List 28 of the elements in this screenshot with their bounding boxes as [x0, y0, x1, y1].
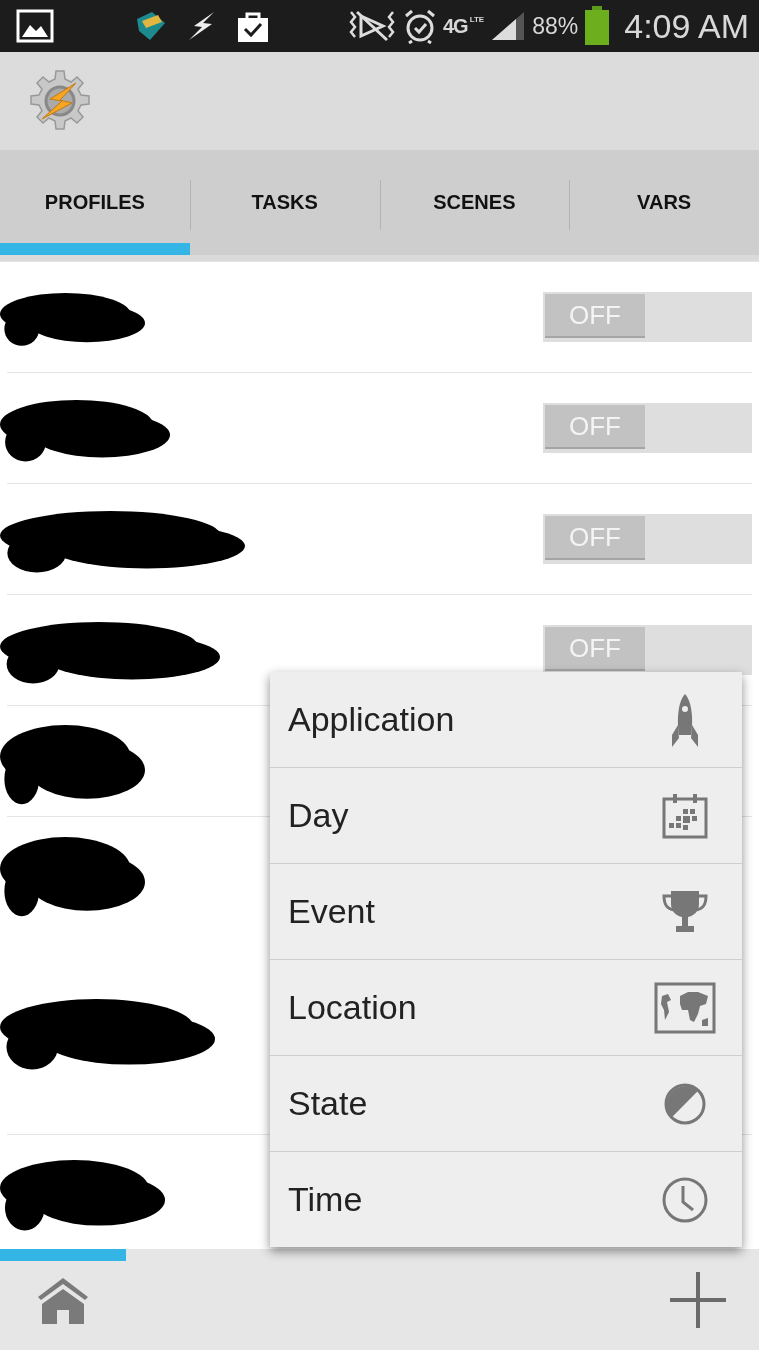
- menu-item[interactable]: Location: [270, 960, 742, 1056]
- alarm-icon: [403, 8, 437, 44]
- menu-item[interactable]: Time: [270, 1152, 742, 1247]
- network-sub: LTE: [469, 16, 485, 24]
- tab[interactable]: TASKS: [189, 150, 380, 255]
- menu-item[interactable]: Event: [270, 864, 742, 960]
- clock-icon: [661, 1175, 709, 1224]
- menu-item[interactable]: Day: [270, 768, 742, 864]
- gallery-icon: [16, 9, 54, 43]
- clock-time: 4:09 AM: [624, 6, 749, 46]
- contrast-icon: [663, 1081, 707, 1126]
- signal-icon: [490, 10, 527, 42]
- vibrate-mute-icon: [347, 8, 397, 44]
- network-type: 4G: [443, 16, 468, 36]
- battery-icon: [584, 6, 611, 46]
- gear-lightning-logo[interactable]: [28, 69, 92, 133]
- battery-percent: 88%: [532, 12, 579, 40]
- menu-item[interactable]: Application: [270, 672, 742, 768]
- rocket-icon: [671, 692, 699, 747]
- world-map-icon: [654, 981, 716, 1034]
- tab[interactable]: SCENES: [379, 150, 570, 255]
- tab[interactable]: VARS: [569, 150, 759, 255]
- menu-item[interactable]: State: [270, 1056, 742, 1152]
- trophy-icon: [662, 889, 708, 934]
- home-icon[interactable]: [36, 1275, 90, 1325]
- app-icon: [134, 9, 168, 43]
- add-icon[interactable]: [669, 1271, 727, 1329]
- calendar-icon: [661, 791, 709, 840]
